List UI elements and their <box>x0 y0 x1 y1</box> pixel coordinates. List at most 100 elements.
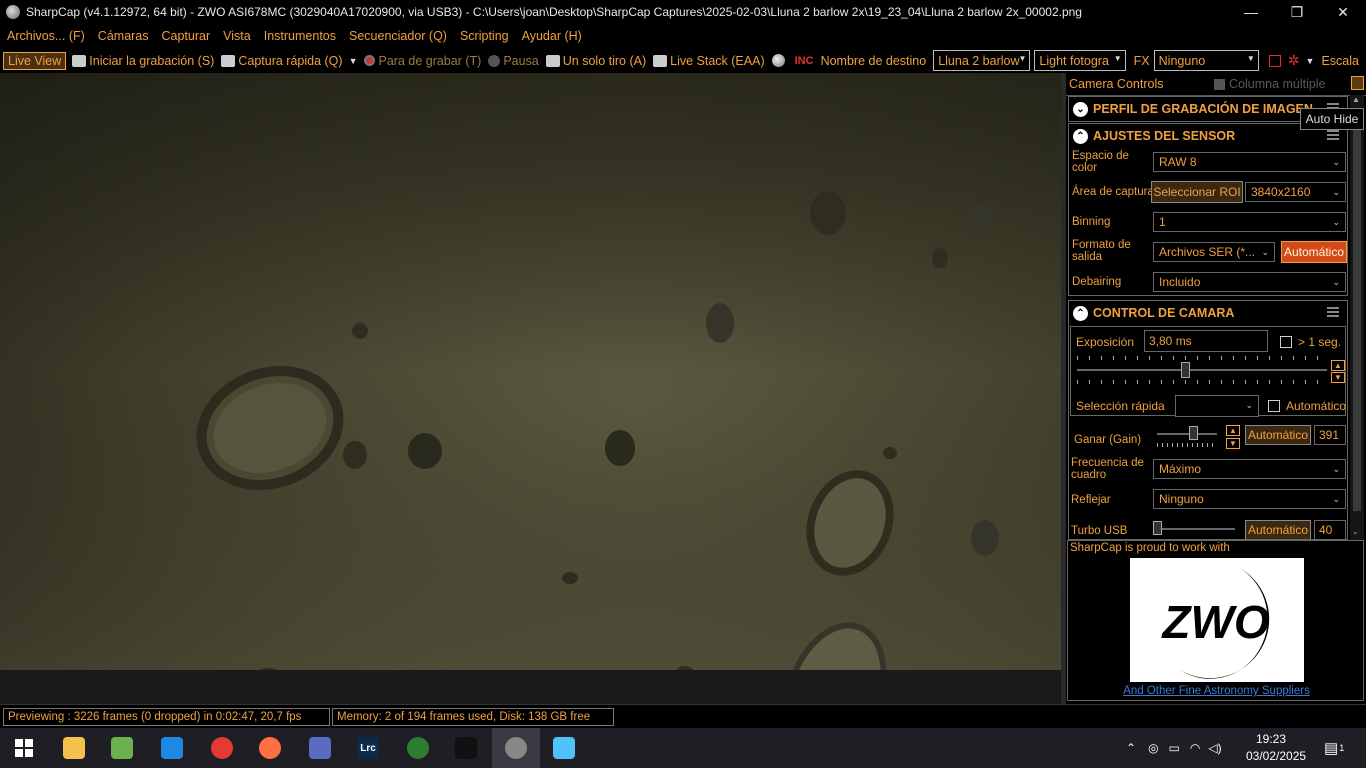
frame-type-select[interactable]: Light fotogra ▼ <box>1034 50 1126 71</box>
color-space-select[interactable]: RAW 8 ⌄ <box>1153 152 1346 172</box>
fx-select[interactable]: Ninguno ▼ <box>1153 50 1259 71</box>
exposure-increase-button[interactable]: ▲ <box>1331 360 1345 371</box>
output-format-select[interactable]: Archivos SER (*... ⌄ <box>1153 242 1275 262</box>
taskbar-firefox-button[interactable] <box>246 728 294 768</box>
hamburger-menu-icon[interactable] <box>1327 130 1339 140</box>
chevron-up-icon[interactable]: ⌃ <box>1126 741 1136 755</box>
chevron-down-icon: ⌄ <box>1332 217 1340 227</box>
over-1s-checkbox[interactable] <box>1280 336 1292 348</box>
usb-turbo-slider-thumb[interactable] <box>1153 521 1162 535</box>
taskbar-lightroom-classic-button[interactable]: Lrc <box>344 728 392 768</box>
select-roi-button[interactable]: Seleccionar ROI <box>1151 181 1243 203</box>
frame-rate-select[interactable]: Máximo ⌄ <box>1153 459 1346 479</box>
usb-turbo-auto-button[interactable]: Automático <box>1245 520 1311 539</box>
multi-column-toggle[interactable]: Columna múltiple <box>1214 77 1326 91</box>
flip-select[interactable]: Ninguno ⌄ <box>1153 489 1346 509</box>
debayering-select[interactable]: Incluido ⌄ <box>1153 272 1346 292</box>
menu-file[interactable]: Archivos... (F) <box>7 29 85 43</box>
exposure-slider-track[interactable] <box>1077 369 1327 371</box>
quick-select-auto-checkbox[interactable] <box>1268 400 1280 412</box>
quick-capture-button[interactable]: Captura rápida (Q) ▼ <box>221 54 357 68</box>
exposure-decrease-button[interactable]: ▼ <box>1331 372 1345 383</box>
scroll-up-icon[interactable]: ▲ <box>1352 95 1360 104</box>
moon-icon <box>771 54 785 67</box>
taskbar-chrome-button[interactable] <box>198 728 246 768</box>
gain-slider-track[interactable] <box>1157 433 1217 435</box>
frame-box-button[interactable] <box>1268 54 1281 67</box>
gain-increase-button[interactable]: ▲ <box>1226 425 1240 436</box>
camera-control-section: ⌃ CONTROL DE CAMARA Exposición 3,80 ms >… <box>1068 300 1348 540</box>
start-button[interactable] <box>0 728 48 768</box>
exposure-input[interactable]: 3,80 ms <box>1144 330 1268 352</box>
binning-select[interactable]: 1 ⌄ <box>1153 212 1346 232</box>
notification-center-button[interactable]: ▤ 1 <box>1324 728 1344 768</box>
menu-cameras[interactable]: Cámaras <box>98 29 149 43</box>
system-clock[interactable]: 19:23 03/02/2025 <box>1246 731 1306 765</box>
moon-button[interactable] <box>771 54 788 67</box>
start-recording-button[interactable]: Iniciar la grabación (S) <box>72 54 214 68</box>
taskbar-paint-button[interactable] <box>540 728 588 768</box>
gain-auto-button[interactable]: Automático <box>1245 425 1311 445</box>
sharpcap-icon <box>505 737 527 759</box>
meet-now-icon[interactable]: ◎ <box>1148 741 1158 755</box>
menu-view[interactable]: Vista <box>223 29 251 43</box>
chevron-down-icon[interactable]: ⌄ <box>1073 101 1088 117</box>
taskbar-notepad-button[interactable] <box>98 728 146 768</box>
wifi-icon[interactable]: ◠ <box>1190 741 1200 755</box>
frame-rate-label: Frecuencia de cuadro <box>1071 457 1144 481</box>
gain-value-input[interactable]: 391 <box>1314 425 1346 445</box>
usb-turbo-label: Turbo USB <box>1071 525 1128 537</box>
gain-decrease-button[interactable]: ▼ <box>1226 438 1240 449</box>
frame-type-value: Light fotogra <box>1039 53 1109 68</box>
chevron-up-icon[interactable]: ⌃ <box>1073 305 1088 321</box>
multi-column-checkbox[interactable] <box>1214 78 1225 90</box>
target-name-input[interactable]: Lluna 2 barlow ▼ <box>933 50 1031 71</box>
crosshair-button[interactable]: ✲ ▼ <box>1288 52 1315 69</box>
hamburger-menu-icon[interactable] <box>1327 307 1339 317</box>
battery-icon[interactable]: ▭ <box>1169 741 1180 755</box>
usb-turbo-slider-track[interactable] <box>1153 528 1235 530</box>
output-format-auto-button[interactable]: Automático <box>1281 241 1347 263</box>
capture-area-select[interactable]: 3840x2160 ⌄ <box>1245 182 1346 202</box>
menu-scripting[interactable]: Scripting <box>460 29 509 43</box>
stop-recording-button[interactable]: Para de grabar (T) <box>364 54 481 68</box>
taskbar-vscode-button[interactable] <box>148 728 196 768</box>
close-button[interactable]: ✕ <box>1320 0 1366 24</box>
sharpcap-app-icon <box>6 5 20 19</box>
maximize-button[interactable]: ❐ <box>1274 0 1320 24</box>
menu-capture[interactable]: Capturar <box>162 29 211 43</box>
minimize-button[interactable]: — <box>1228 0 1274 24</box>
increment-button[interactable]: INC <box>795 55 814 67</box>
quick-select-dropdown[interactable]: ⌄ <box>1175 395 1259 417</box>
usb-turbo-value-input[interactable]: 40 <box>1314 520 1346 539</box>
live-stack-button[interactable]: Live Stack (EAA) <box>653 54 765 68</box>
gain-slider-thumb[interactable] <box>1189 426 1198 440</box>
chevron-up-icon[interactable]: ⌃ <box>1073 128 1088 144</box>
live-image-preview[interactable] <box>0 73 1061 670</box>
auto-hide-pin-button[interactable] <box>1351 76 1364 90</box>
sensor-settings-section: ⌃ AJUSTES DEL SENSOR Espacio de color RA… <box>1068 123 1348 296</box>
panel-scrollbar[interactable]: ▲ ⌄ <box>1350 95 1364 540</box>
live-view-button[interactable]: Live View <box>3 51 67 70</box>
menu-sequencer[interactable]: Secuenciador (Q) <box>349 29 447 43</box>
sensor-section-title: AJUSTES DEL SENSOR <box>1093 129 1236 143</box>
taskbar-app-green-button[interactable] <box>394 728 442 768</box>
suppliers-link[interactable]: And Other Fine Astronomy Suppliers <box>1068 685 1365 697</box>
menu-help[interactable]: Ayudar (H) <box>522 29 582 43</box>
pause-button[interactable]: Pausa <box>488 54 539 68</box>
taskbar-sharpcap-button[interactable] <box>492 728 540 768</box>
taskbar-remote-desktop-button[interactable] <box>296 728 344 768</box>
chevron-down-icon[interactable]: ▼ <box>349 56 358 66</box>
exposure-slider-thumb[interactable] <box>1180 362 1190 378</box>
chrome-icon <box>211 737 233 759</box>
over-1s-label: > 1 seg. <box>1298 335 1342 349</box>
scrollbar-thumb[interactable] <box>1353 111 1361 511</box>
camera-section-header[interactable]: ⌃ CONTROL DE CAMARA <box>1069 301 1347 325</box>
taskbar-file-explorer-button[interactable] <box>50 728 98 768</box>
taskbar-app-orbit-button[interactable] <box>442 728 490 768</box>
scroll-down-icon[interactable]: ⌄ <box>1352 527 1359 536</box>
menu-tools[interactable]: Instrumentos <box>264 29 336 43</box>
fx-label: FX <box>1133 53 1150 68</box>
volume-icon[interactable]: ◁) <box>1208 741 1221 755</box>
single-shot-button[interactable]: Un solo tiro (A) <box>545 54 646 68</box>
